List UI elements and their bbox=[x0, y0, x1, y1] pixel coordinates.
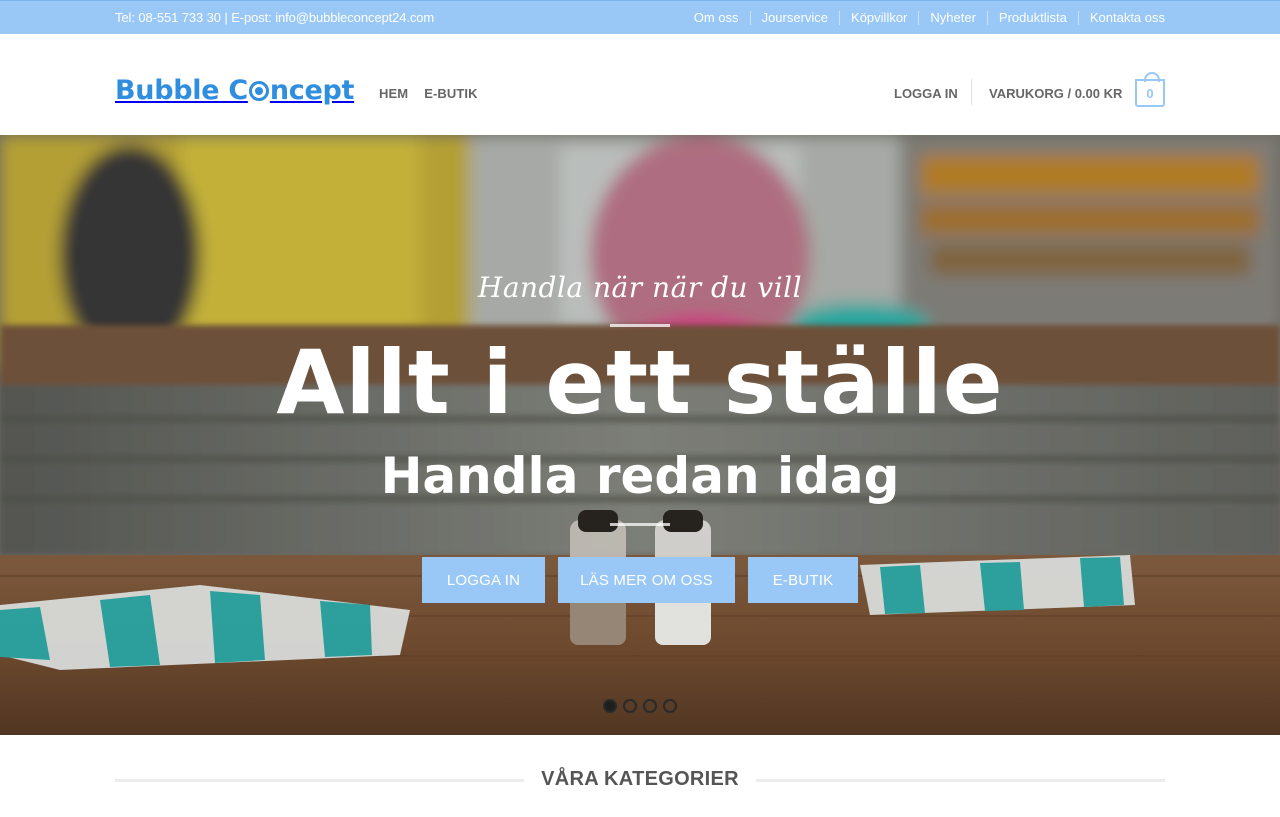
logo-text-part2: ncept bbox=[269, 74, 355, 106]
hero-subheadline: Handla redan idag bbox=[380, 447, 900, 505]
site-header: Bubble C ncept HEM E-BUTIK LOGGA IN VARU… bbox=[0, 34, 1280, 135]
hero-login-button[interactable]: LOGGA IN bbox=[422, 557, 545, 603]
slider-dot-4[interactable] bbox=[663, 699, 677, 713]
slider-dot-1[interactable] bbox=[603, 699, 617, 713]
hero-shop-button[interactable]: E-BUTIK bbox=[748, 557, 858, 603]
top-nav-divider bbox=[918, 10, 920, 25]
cart-link[interactable]: VARUKORG / 0.00 KR bbox=[989, 86, 1122, 101]
top-link-kontakta-oss[interactable]: Kontakta oss bbox=[1090, 10, 1165, 25]
top-nav-divider bbox=[986, 10, 988, 25]
cart-bag-icon[interactable]: 0 bbox=[1135, 72, 1165, 107]
top-link-jourservice[interactable]: Jourservice bbox=[762, 10, 828, 25]
top-bar: Tel: 08-551 733 30 | E-post: info@bubble… bbox=[0, 0, 1280, 34]
nav-item-hem[interactable]: HEM bbox=[379, 86, 408, 101]
top-link-produktlista[interactable]: Produktlista bbox=[999, 10, 1067, 25]
hero-about-button[interactable]: LÄS MER OM OSS bbox=[558, 557, 735, 603]
main-nav: HEM E-BUTIK bbox=[379, 86, 494, 101]
hero-overlay bbox=[0, 135, 1280, 735]
contact-info: Tel: 08-551 733 30 | E-post: info@bubble… bbox=[115, 10, 435, 25]
cart-count: 0 bbox=[1146, 85, 1154, 101]
slider-dot-3[interactable] bbox=[643, 699, 657, 713]
logo-text-part1: Bubble C bbox=[115, 74, 248, 106]
section-divider-right bbox=[756, 779, 1165, 782]
hero-divider-top bbox=[610, 324, 670, 327]
categories-section: VÅRA KATEGORIER bbox=[0, 735, 1280, 817]
logo-bubble-icon bbox=[248, 81, 269, 101]
top-link-kopvillkor[interactable]: Köpvillkor bbox=[851, 10, 907, 25]
hero-headline: Allt i ett ställe bbox=[276, 331, 1004, 434]
top-link-nyheter[interactable]: Nyheter bbox=[930, 10, 976, 25]
top-nav-divider bbox=[749, 10, 751, 25]
slider-dot-2[interactable] bbox=[623, 699, 637, 713]
site-logo[interactable]: Bubble C ncept bbox=[115, 72, 354, 108]
top-nav: Om oss Jourservice Köpvillkor Nyheter Pr… bbox=[694, 10, 1165, 25]
top-nav-divider bbox=[1077, 10, 1079, 25]
hero-script-text: Handla när när du vill bbox=[477, 271, 803, 304]
top-nav-divider bbox=[839, 10, 841, 25]
nav-item-e-butik[interactable]: E-BUTIK bbox=[424, 86, 477, 101]
top-link-om-oss[interactable]: Om oss bbox=[694, 10, 739, 25]
slider-dots bbox=[603, 699, 683, 713]
hero-slider: Handla när när du vill Allt i ett ställe… bbox=[0, 135, 1280, 735]
hero-divider-bottom bbox=[610, 523, 670, 526]
header-divider bbox=[971, 79, 972, 105]
login-link[interactable]: LOGGA IN bbox=[894, 86, 958, 101]
